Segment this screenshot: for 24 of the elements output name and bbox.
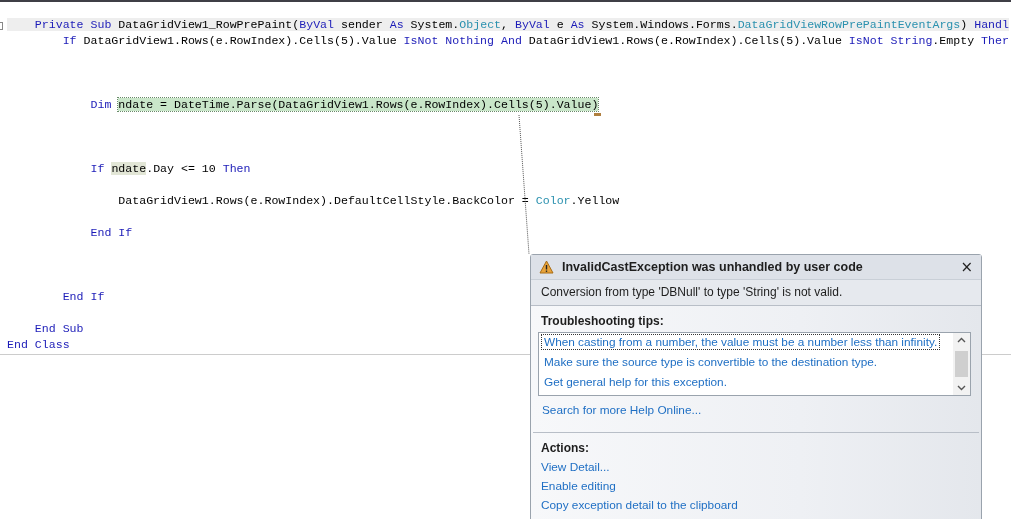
section-heading: Actions:: [540, 440, 590, 457]
exception-title: InvalidCastException was unhandled by user code: [562, 260, 864, 274]
action-link[interactable]: Enable editing: [538, 478, 619, 494]
scrollbar[interactable]: [953, 333, 970, 395]
section-heading: Troubleshooting tips:: [540, 313, 665, 330]
action-link[interactable]: Copy exception detail to the clipboard: [538, 497, 741, 513]
code-line: End Sub: [33, 322, 84, 335]
code-line: End If: [89, 226, 133, 239]
tip-link[interactable]: Make sure the source type is convertible to the destination type.: [541, 354, 881, 370]
scroll-down-icon[interactable]: [957, 385, 966, 391]
code-line: End If: [61, 290, 105, 303]
action-link[interactable]: View Detail...: [538, 459, 613, 475]
code-line: If DataGridView1.Rows(e.RowIndex).Cells(5).Value IsNot Nothing And DataGridView1.Rows(e.RowIndex).Cells(5).Value IsNot String.Empty Ther: [61, 34, 1009, 47]
close-button[interactable]: ×: [960, 258, 973, 276]
code-line: Dim ndate = DateTime.Parse(DataGridView1.Rows(e.RowIndex).Cells(5).Value): [89, 98, 599, 111]
exception-message: Conversion from type 'DBNull' to type 'String' is not valid.: [541, 285, 843, 299]
tip-link[interactable]: When casting from a number, the value must be a number less than infinity.: [541, 334, 941, 350]
scroll-up-icon[interactable]: [957, 337, 966, 343]
tip-link[interactable]: Get general help for this exception.: [541, 374, 730, 390]
code-line: End Class: [7, 338, 70, 351]
warning-icon: [539, 260, 554, 274]
help-link[interactable]: Search for more Help Online...: [539, 402, 705, 418]
code-line: If ndate.Day <= 10 Then: [89, 162, 251, 175]
code-line: DataGridView1.Rows(e.RowIndex).DefaultCellStyle.BackColor = Color.Yellow: [117, 194, 620, 207]
